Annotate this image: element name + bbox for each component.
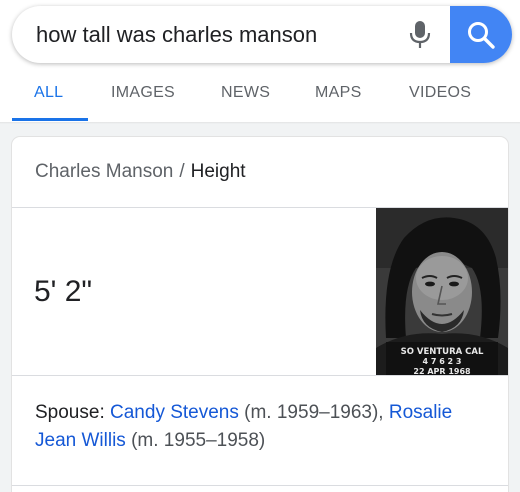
spouse-link-1[interactable]: Candy Stevens (110, 402, 239, 423)
card-divider-middle (12, 375, 508, 376)
search-icon (468, 21, 495, 49)
search-input[interactable]: how tall was charles manson (36, 22, 317, 48)
spouse-dates-2: (m. 1955–1958) (131, 430, 266, 451)
microphone-icon[interactable] (406, 20, 434, 50)
search-box[interactable]: how tall was charles manson (12, 6, 512, 63)
tabs-shadow (0, 122, 520, 124)
breadcrumb: Charles Manson / Height (35, 161, 246, 183)
active-tab-indicator (12, 118, 88, 121)
tab-news[interactable]: NEWS (221, 84, 270, 102)
tab-images[interactable]: IMAGES (111, 84, 175, 102)
top-bar: how tall was charles manson ALL IMAGES N… (0, 0, 520, 124)
height-answer: 5' 2" (34, 275, 93, 308)
breadcrumb-separator: / (179, 161, 185, 182)
placard-line-1: SO VENTURA CAL (401, 347, 484, 357)
tab-all[interactable]: ALL (34, 84, 63, 102)
search-button[interactable] (450, 6, 512, 63)
placard-line-3: 22 APR 1968 (413, 367, 471, 375)
search-tabs: ALL IMAGES NEWS MAPS VIDEOS (0, 74, 520, 122)
knowledge-card: Charles Manson / Height 5' 2" SO VENTURA… (12, 137, 508, 492)
mugshot-image[interactable]: SO VENTURA CAL 4 7 6 2 3 22 APR 1968 (376, 208, 508, 375)
spouse-dates-1: (m. 1959–1963), (244, 402, 384, 423)
placard-line-2: 4 7 6 2 3 (423, 357, 462, 366)
card-divider-bottom (12, 485, 508, 486)
tab-videos[interactable]: VIDEOS (409, 84, 471, 102)
breadcrumb-entity[interactable]: Charles Manson (35, 161, 173, 182)
spouse-label: Spouse: (35, 402, 105, 423)
breadcrumb-attribute: Height (190, 161, 246, 182)
tab-maps[interactable]: MAPS (315, 84, 362, 102)
spouse-fact: Spouse: Candy Stevens (m. 1959–1963), Ro… (35, 399, 495, 455)
